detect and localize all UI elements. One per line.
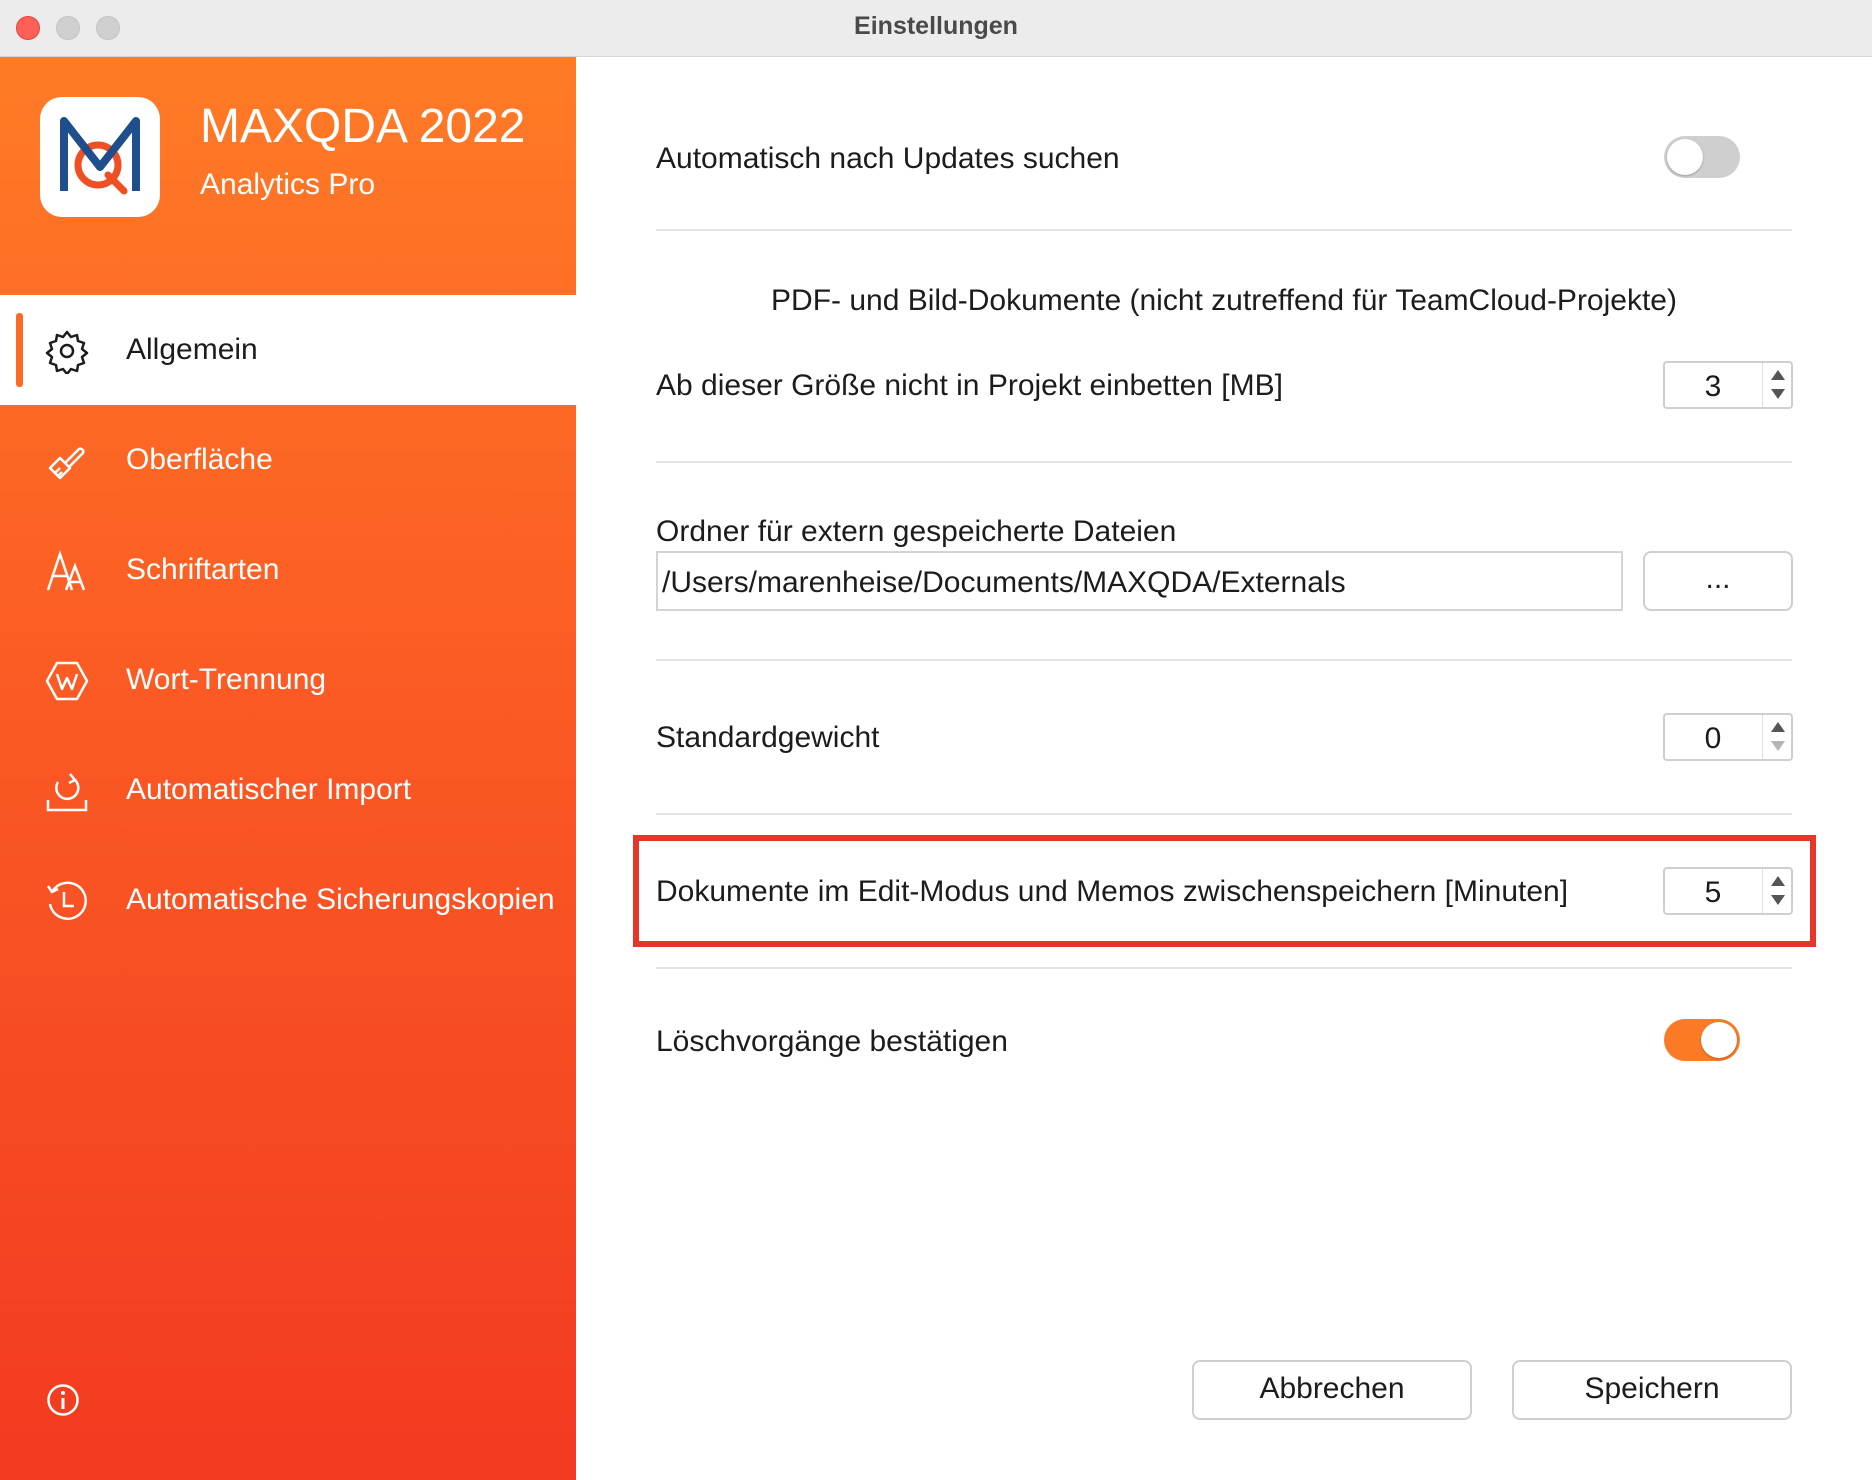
default-weight-label: Standardgewicht (656, 721, 880, 754)
maxqda-logo-icon (60, 117, 140, 195)
sidebar-item-sicherungskopien[interactable]: Automatische Sicherungskopien (0, 845, 576, 955)
toggle-knob (1667, 139, 1703, 175)
sidebar-item-label: Automatische Sicherungskopien (126, 883, 555, 916)
divider (656, 659, 1792, 661)
fonts-icon (46, 550, 86, 591)
increment-icon[interactable] (1771, 722, 1785, 732)
toggle-knob (1701, 1022, 1737, 1058)
settings-window: Einstellungen MAXQDA 2022 Analytics Pro … (0, 0, 1872, 1480)
app-edition: Analytics Pro (200, 168, 376, 201)
increment-icon[interactable] (1771, 370, 1785, 380)
sidebar-item-schriftarten[interactable]: Schriftarten (0, 515, 576, 625)
autosave-label: Dokumente im Edit-Modus und Memos zwisch… (656, 875, 1569, 908)
sidebar-item-label: Automatischer Import (126, 773, 412, 806)
gear-icon (45, 330, 89, 374)
sidebar: MAXQDA 2022 Analytics Pro Allgemein Ober… (0, 57, 576, 1480)
divider (656, 229, 1792, 231)
increment-icon[interactable] (1771, 876, 1785, 886)
sidebar-item-label: Oberfläche (126, 443, 273, 476)
title-bar: Einstellungen (0, 0, 1872, 57)
updates-toggle[interactable] (1664, 136, 1740, 178)
decrement-icon[interactable] (1771, 389, 1785, 399)
embed-limit-label: Ab dieser Größe nicht in Projekt einbett… (656, 369, 1283, 402)
backup-history-icon (46, 881, 87, 921)
save-button[interactable]: Speichern (1512, 1360, 1792, 1420)
sidebar-item-oberflaeche[interactable]: Oberfläche (0, 405, 576, 515)
sidebar-item-label: Schriftarten (126, 553, 280, 586)
default-weight-stepper[interactable]: 0 (1663, 713, 1793, 761)
window-title: Einstellungen (854, 12, 1018, 40)
settings-panel: Automatisch nach Updates suchen PDF- und… (577, 57, 1872, 1480)
stepper-arrows[interactable] (1762, 869, 1791, 913)
sidebar-item-allgemein[interactable]: Allgemein (0, 295, 576, 405)
divider (656, 813, 1792, 815)
sidebar-item-wort-trennung[interactable]: Wort-Trennung (0, 625, 576, 735)
app-logo (40, 97, 160, 217)
external-folder-path-field[interactable]: /Users/marenheise/Documents/MAXQDA/Exter… (656, 551, 1623, 611)
browse-folder-button[interactable]: ... (1643, 551, 1793, 611)
sidebar-item-label: Wort-Trennung (126, 663, 327, 696)
auto-import-icon (46, 773, 88, 812)
divider (656, 461, 1792, 463)
paintbrush-icon (48, 447, 85, 480)
divider (656, 967, 1792, 969)
updates-label: Automatisch nach Updates suchen (656, 142, 1120, 175)
cancel-button[interactable]: Abbrechen (1192, 1360, 1472, 1420)
app-name: MAXQDA 2022 (200, 100, 526, 153)
hyphenation-icon (45, 661, 89, 701)
embed-limit-stepper[interactable]: 3 (1663, 361, 1793, 409)
stepper-arrows[interactable] (1762, 363, 1791, 407)
external-folder-path: /Users/marenheise/Documents/MAXQDA/Exter… (662, 566, 1346, 599)
decrement-icon[interactable] (1771, 741, 1785, 751)
confirm-delete-label: Löschvorgänge bestätigen (656, 1025, 1008, 1058)
stepper-value: 0 (1704, 722, 1722, 755)
autosave-stepper[interactable]: 5 (1663, 867, 1793, 915)
sidebar-item-label: Allgemein (126, 333, 258, 366)
confirm-delete-toggle[interactable] (1664, 1019, 1740, 1061)
stepper-value: 5 (1704, 876, 1722, 909)
stepper-arrows[interactable] (1762, 715, 1791, 759)
stepper-value: 3 (1704, 370, 1722, 403)
sidebar-item-automatischer-import[interactable]: Automatischer Import (0, 735, 576, 845)
brand-header: MAXQDA 2022 Analytics Pro (0, 57, 576, 295)
decrement-icon[interactable] (1771, 895, 1785, 905)
info-icon[interactable] (46, 1383, 80, 1417)
external-folder-label: Ordner für extern gespeicherte Dateien (656, 515, 1177, 548)
settings-nav: Allgemein Oberfläche Schriftarten Wort-T… (0, 295, 576, 955)
pdf-section-heading: PDF- und Bild-Dokumente (nicht zutreffen… (771, 284, 1677, 317)
